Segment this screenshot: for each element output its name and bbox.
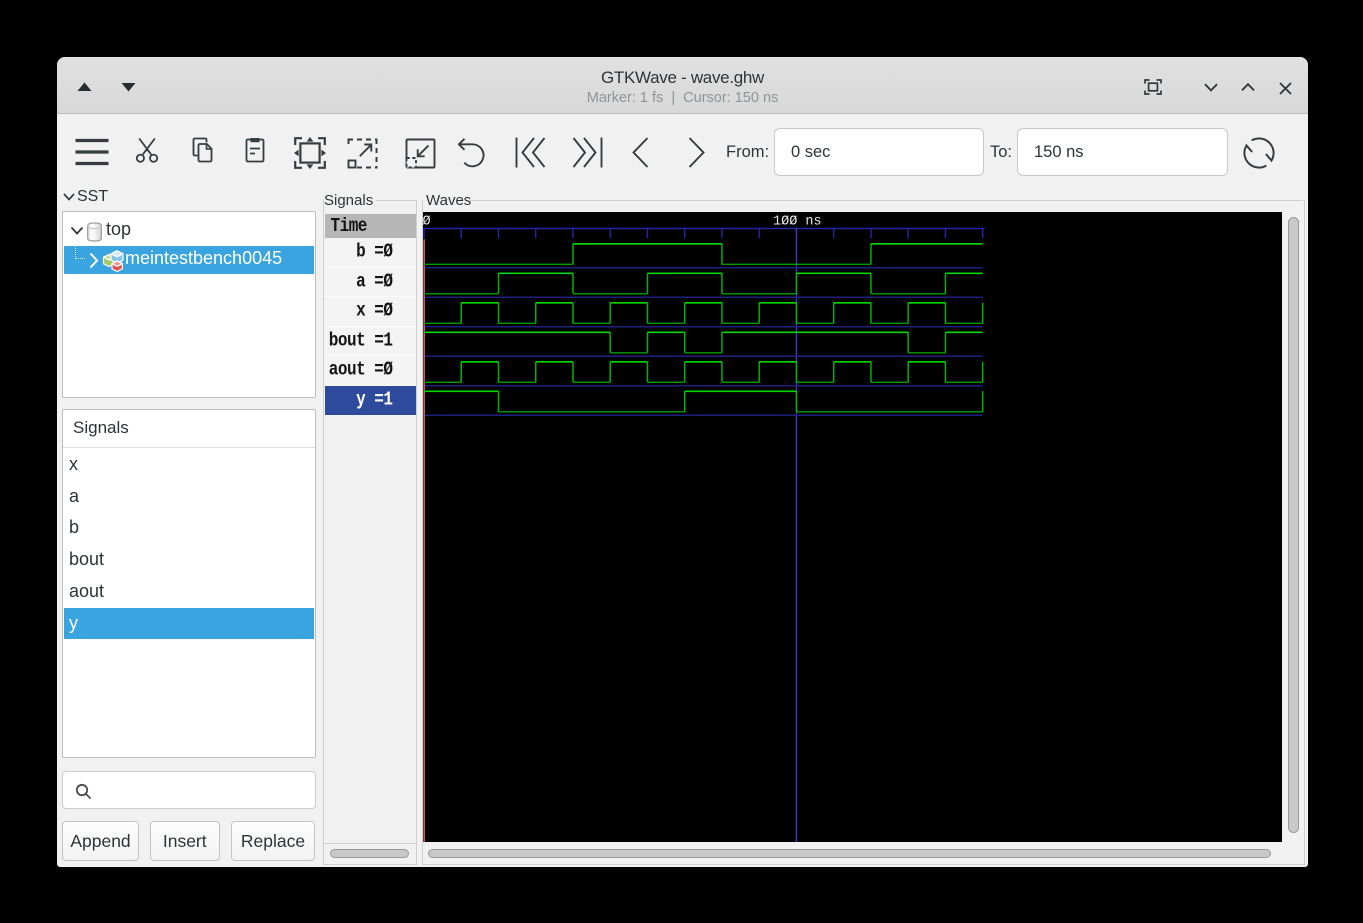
svg-text:1ØØ ns: 1ØØ ns xyxy=(773,215,822,230)
svg-text:Ø: Ø xyxy=(423,215,431,230)
